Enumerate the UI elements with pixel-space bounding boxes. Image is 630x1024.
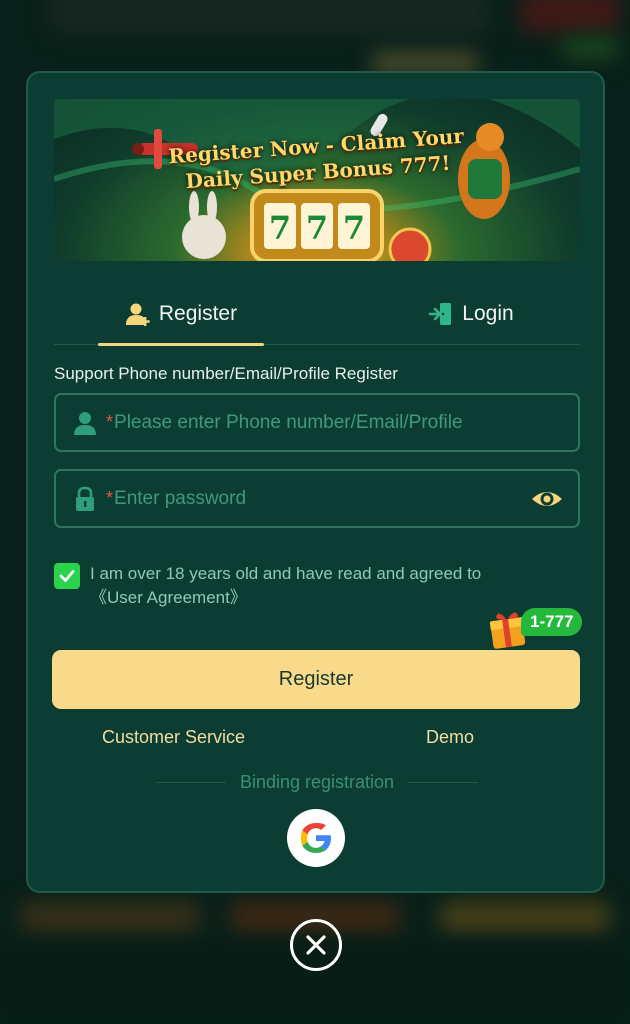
user-icon bbox=[74, 411, 96, 435]
close-icon bbox=[306, 935, 326, 955]
required-mark: * bbox=[106, 488, 114, 508]
reel-symbol-3: 7 bbox=[343, 209, 365, 247]
binding-registration-divider: Binding registration bbox=[156, 772, 478, 792]
user-agreement-link[interactable]: 《User Agreement》 bbox=[90, 586, 481, 610]
username-field[interactable]: * bbox=[54, 393, 580, 452]
agreement-text: I am over 18 years old and have read and… bbox=[90, 562, 481, 610]
promo-banner: 7 7 7 Register Now - Claim Your Daily Su… bbox=[54, 99, 580, 261]
divider-line-left bbox=[156, 781, 226, 783]
agreement-row: I am over 18 years old and have read and… bbox=[54, 562, 554, 610]
password-field[interactable]: * bbox=[54, 469, 580, 528]
lock-icon bbox=[76, 486, 94, 511]
tab-login[interactable]: Login bbox=[406, 283, 536, 345]
agreement-statement: I am over 18 years old and have read and… bbox=[90, 564, 482, 583]
checkmark-icon bbox=[59, 570, 75, 582]
close-modal-button[interactable] bbox=[290, 919, 342, 971]
divider-line-right bbox=[408, 781, 478, 783]
tab-register-label: Register bbox=[158, 302, 238, 325]
auth-tabs: Register Login bbox=[54, 283, 580, 346]
username-input[interactable] bbox=[114, 411, 578, 434]
tab-register[interactable]: Register bbox=[98, 283, 264, 346]
reel-symbol-2: 7 bbox=[306, 209, 328, 247]
agree-checkbox[interactable] bbox=[54, 563, 80, 589]
register-modal: 7 7 7 Register Now - Claim Your Daily Su… bbox=[26, 71, 605, 893]
demo-link[interactable]: Demo bbox=[426, 727, 474, 748]
register-button[interactable]: Register bbox=[52, 650, 580, 709]
user-plus-icon bbox=[125, 303, 150, 326]
tab-login-label: Login bbox=[462, 302, 514, 325]
rabbit-icon bbox=[182, 191, 226, 259]
customer-service-link[interactable]: Customer Service bbox=[102, 727, 245, 748]
binding-registration-label: Binding registration bbox=[239, 771, 395, 792]
door-enter-icon bbox=[428, 303, 452, 325]
eye-icon[interactable] bbox=[530, 486, 564, 512]
support-label: Support Phone number/Email/Profile Regis… bbox=[54, 364, 398, 383]
bonus-badge: 1-777 bbox=[521, 608, 583, 636]
required-mark: * bbox=[106, 412, 114, 432]
google-signin-button[interactable] bbox=[287, 809, 345, 867]
reel-symbol-1: 7 bbox=[269, 209, 291, 247]
google-icon bbox=[301, 823, 331, 853]
fortune-wheel-icon bbox=[388, 227, 432, 261]
password-input[interactable] bbox=[114, 487, 530, 510]
